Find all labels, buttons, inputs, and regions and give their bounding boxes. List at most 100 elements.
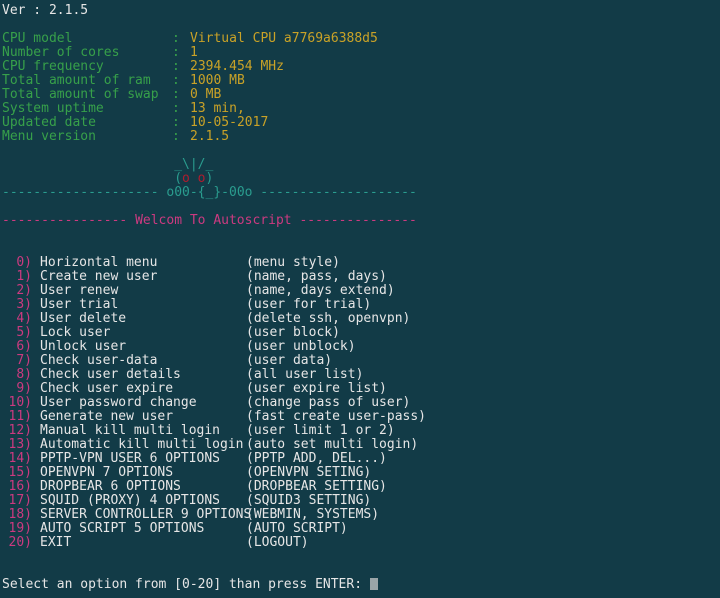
menu-option-label: DROPBEAR 6 OPTIONS (40, 479, 181, 494)
menu-option-label: Generate new user (40, 409, 174, 424)
menu-option-number: 14) (8, 451, 32, 466)
menu-option[interactable]: 16) DROPBEAR 6 OPTIONS (DROPBEAR SETTING) (2, 480, 720, 494)
menu-option-number: 2) (16, 283, 32, 298)
system-info-row: Number of cores:1 (2, 46, 720, 60)
prompt-label: Select an option from [0-20] than press … (2, 577, 363, 592)
menu-option-description: (OPENVPN SETING) (246, 465, 372, 480)
menu-option-number: 20) (8, 535, 32, 550)
system-info-separator: : (172, 59, 180, 74)
menu-option-list: 0) Horizontal menu (menu style) 1) Create ne… (2, 256, 720, 550)
menu-option-label: Unlock user (40, 339, 127, 354)
banner-center: o00-{_}-00o (166, 185, 253, 200)
menu-option-description: (SQUID3 SETTING) (246, 493, 372, 508)
prompt-gap (362, 577, 370, 592)
system-info-label: System uptime (2, 101, 104, 116)
menu-option-number: 19) (8, 521, 32, 536)
ascii-art-ears-line: _\|/_ (2, 158, 720, 172)
menu-option[interactable]: 18) SERVER CONTROLLER 9 OPTIONS(WEBMIN, S… (2, 508, 720, 522)
ascii-art-face-line: (o o) (2, 172, 720, 186)
menu-option-description: (menu style) (246, 255, 340, 270)
menu-option[interactable]: 9) Check user expire (user expire list) (2, 382, 720, 396)
menu-option-number: 16) (8, 479, 32, 494)
system-info-value: 2.1.5 (190, 129, 230, 144)
menu-option-description: (user expire list) (246, 381, 387, 396)
menu-option-description: (PPTP ADD, DEL...) (246, 451, 387, 466)
version-line: Ver : 2.1.5 (2, 3, 89, 18)
menu-option-number: 7) (16, 353, 32, 368)
menu-option[interactable]: 0) Horizontal menu (menu style) (2, 256, 720, 270)
ascii-art-spacing (2, 157, 174, 172)
menu-option[interactable]: 3) User trial (user for trial) (2, 298, 720, 312)
menu-option-description: (WEBMIN, SYSTEMS) (246, 507, 380, 522)
menu-option-label: Check user-data (40, 353, 158, 368)
menu-option-description: (auto set multi login) (246, 437, 419, 452)
menu-option-label: User trial (40, 297, 119, 312)
menu-option[interactable]: 4) User delete (delete ssh, openvpn) (2, 312, 720, 326)
system-info-label: Menu version (2, 129, 96, 144)
system-info-value: 13 min, (190, 101, 245, 116)
menu-option[interactable]: 20) EXIT (LOGOUT) (2, 536, 720, 550)
menu-option-description: (LOGOUT) (246, 535, 309, 550)
menu-option[interactable]: 6) Unlock user (user unblock) (2, 340, 720, 354)
banner-left-dashes: -------------------- (2, 185, 159, 200)
system-info-separator: : (172, 31, 180, 46)
system-info-row: Total amount of swap:0 MB (2, 88, 720, 102)
prompt-line[interactable]: Select an option from [0-20] than press … (2, 578, 720, 592)
menu-option-description: (name, days extend) (246, 283, 395, 298)
menu-option-number: 13) (8, 437, 32, 452)
welcome-text: Welcom To Autoscript (135, 213, 292, 228)
menu-option-number: 5) (16, 325, 32, 340)
menu-option-description: (AUTO SCRIPT) (246, 521, 348, 536)
system-info-value: 1000 MB (190, 73, 245, 88)
menu-option-description: (delete ssh, openvpn) (246, 311, 411, 326)
menu-option-number: 11) (8, 409, 32, 424)
menu-option[interactable]: 1) Create new user (name, pass, days) (2, 270, 720, 284)
system-info-value: 0 MB (190, 87, 222, 102)
menu-option[interactable]: 19) AUTO SCRIPT 5 OPTIONS (AUTO SCRIPT) (2, 522, 720, 536)
text-cursor[interactable] (369, 578, 378, 590)
menu-option-number: 3) (16, 297, 32, 312)
menu-option[interactable]: 15) OPENVPN 7 OPTIONS (OPENVPN SETING) (2, 466, 720, 480)
menu-option[interactable]: 8) Check user details (all user list) (2, 368, 720, 382)
menu-option[interactable]: 11) Generate new user (fast create user-pa… (2, 410, 720, 424)
menu-option[interactable]: 14) PPTP-VPN USER 6 OPTIONS (PPTP ADD, DEL… (2, 452, 720, 466)
menu-option[interactable]: 10) User password change (change pass of u… (2, 396, 720, 410)
menu-option-number: 1) (16, 269, 32, 284)
menu-option-number: 9) (16, 381, 32, 396)
menu-option-label: Manual kill multi login (40, 423, 221, 438)
menu-option[interactable]: 12) Manual kill multi login (user limit 1 … (2, 424, 720, 438)
menu-option-label: User delete (40, 311, 127, 326)
menu-option[interactable]: 13) Automatic kill multi login (auto set m… (2, 438, 720, 452)
welcome-gap-1 (127, 213, 135, 228)
system-info-row: Updated date:10-05-2017 (2, 116, 720, 130)
menu-option-description: (change pass of user) (246, 395, 411, 410)
system-info-separator: : (172, 73, 180, 88)
system-info-value: 1 (190, 45, 198, 60)
menu-option-description: (user data) (246, 353, 333, 368)
welcome-left-dashes: ---------------- (2, 213, 128, 228)
menu-option-label: Check user details (40, 367, 181, 382)
ascii-art-face-mid (190, 171, 198, 186)
menu-option-label: OPENVPN 7 OPTIONS (40, 465, 174, 480)
menu-option[interactable]: 2) User renew (name, days extend) (2, 284, 720, 298)
menu-option-label: User password change (40, 395, 197, 410)
welcome-line: ---------------- Welcom To Autoscript --… (2, 214, 720, 228)
system-info-label: Total amount of swap (2, 87, 159, 102)
system-info-separator: : (172, 101, 180, 116)
menu-option-number: 12) (8, 423, 32, 438)
ascii-art-face-right: ) (205, 171, 214, 186)
terminal-screen[interactable]: Ver : 2.1.5 CPU model: Virtual CPU a7769a… (0, 0, 720, 598)
system-info-value: 2394.454 MHz (190, 59, 284, 74)
menu-option[interactable]: 7) Check user-data (user data) (2, 354, 720, 368)
menu-option[interactable]: 5) Lock user (user block) (2, 326, 720, 340)
menu-option[interactable]: 17) SQUID (PROXY) 4 OPTIONS (SQUID3 SETTIN… (2, 494, 720, 508)
menu-option-description: (user for trial) (246, 297, 372, 312)
menu-option-number: 4) (16, 311, 32, 326)
system-info-row: System uptime:13 min, (2, 102, 720, 116)
menu-option-description: (all user list) (246, 367, 364, 382)
